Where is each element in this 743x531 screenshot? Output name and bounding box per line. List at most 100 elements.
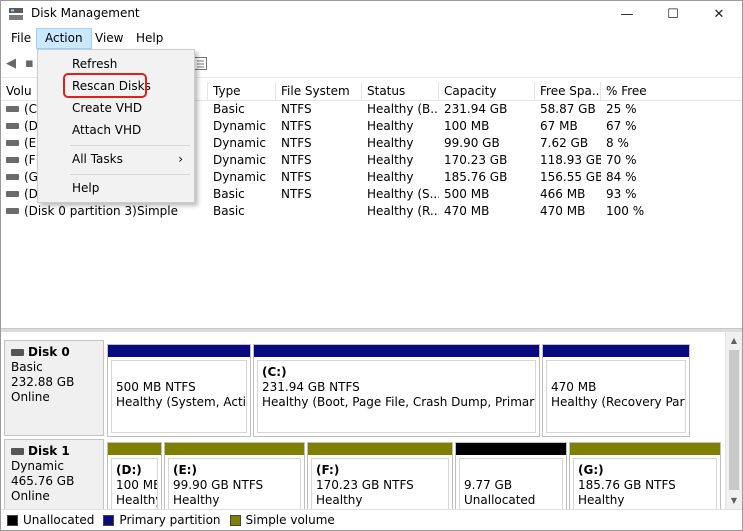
simple-volume-bar (308, 443, 452, 455)
row-type: Dynamic (213, 119, 266, 133)
row-free-space: 466 MB (540, 187, 586, 201)
column-type[interactable]: Type (208, 82, 276, 101)
disk-0-type: Basic (11, 360, 43, 374)
unallocated-bar (456, 443, 566, 455)
table-row[interactable]: (Disk 0 partition 3) Simple Basic Health… (1, 203, 742, 220)
row-percent-free: 93 % (606, 187, 637, 201)
partition-d[interactable]: (D:) 100 MB Healthy (107, 442, 162, 509)
menu-separator (70, 174, 190, 175)
disk-management-app-icon (9, 8, 23, 20)
row-percent-free: 100 % (606, 204, 645, 218)
row-status: Healthy (367, 136, 414, 150)
drive-icon (6, 208, 19, 214)
disk-1-type: Dynamic (11, 459, 64, 473)
legend-swatch (229, 514, 241, 526)
disk-0-state: Online (11, 390, 50, 404)
partition-f[interactable]: (F:) 170.23 GB NTFS Healthy (307, 442, 453, 509)
partition-unallocated[interactable]: 9.77 GB Unallocated (455, 442, 567, 509)
menu-separator (70, 145, 190, 146)
menu-action[interactable]: Action (36, 28, 92, 49)
scroll-thumb[interactable] (729, 350, 739, 490)
legend-unallocated: Unallocated (7, 513, 94, 527)
row-type: Dynamic (213, 153, 266, 167)
row-free-space: 7.62 GB (540, 136, 589, 150)
row-capacity: 99.90 GB (444, 136, 500, 150)
vertical-scrollbar[interactable]: ▲ ▼ (725, 332, 742, 509)
row-percent-free: 84 % (606, 170, 637, 184)
minimize-button[interactable]: — (604, 1, 650, 27)
row-percent-free: 70 % (606, 153, 637, 167)
disk-1-state: Online (11, 489, 50, 503)
menu-item-help[interactable]: Help (39, 178, 193, 199)
simple-volume-bar (108, 443, 161, 455)
menu-item-all-tasks[interactable]: All Tasks › (39, 149, 193, 170)
partition-details: (E:) 99.90 GB NTFS Healthy (168, 458, 301, 509)
menu-view[interactable]: View (87, 28, 131, 49)
partition-e[interactable]: (E:) 99.90 GB NTFS Healthy (164, 442, 305, 509)
row-volume: (Disk 0 partition 3) (24, 204, 137, 218)
column-status[interactable]: Status (362, 82, 439, 101)
row-file-system: NTFS (281, 187, 312, 201)
row-percent-free: 8 % (606, 136, 629, 150)
disk-icon (11, 448, 24, 455)
simple-volume-bar (570, 443, 720, 455)
column-percent-free[interactable]: % Free (601, 82, 742, 101)
close-button[interactable]: ✕ (696, 1, 742, 27)
column-file-system[interactable]: File System (276, 82, 362, 101)
row-file-system: NTFS (281, 136, 312, 150)
menu-item-attach-vhd[interactable]: Attach VHD (39, 120, 193, 141)
row-type: Basic (213, 102, 245, 116)
row-capacity: 100 MB (444, 119, 490, 133)
scroll-down-arrow-icon[interactable]: ▼ (726, 492, 742, 508)
row-capacity: 170.23 GB (444, 153, 508, 167)
disk-1-info[interactable]: Disk 1 Dynamic 465.76 GB Online (4, 439, 104, 509)
column-capacity[interactable]: Capacity (439, 82, 535, 101)
row-free-space: 118.93 GB (540, 153, 601, 167)
row-status: Healthy (367, 119, 414, 133)
rescan-disks-highlight (63, 73, 147, 98)
row-capacity: 231.94 GB (444, 102, 508, 116)
partition-recovery[interactable]: 470 MB Healthy (Recovery Partiti (542, 344, 690, 437)
disk-0-size: 232.88 GB (11, 375, 75, 389)
row-free-space: 58.87 GB (540, 102, 596, 116)
disk-1-title: Disk 1 (11, 444, 97, 459)
legend-swatch (7, 514, 18, 526)
scroll-up-arrow-icon[interactable]: ▲ (726, 332, 742, 348)
row-free-space: 67 MB (540, 119, 578, 133)
row-capacity: 500 MB (444, 187, 490, 201)
back-arrow-icon[interactable]: ◀ (6, 56, 16, 71)
disk-1-size: 465.76 GB (11, 474, 75, 488)
row-percent-free: 25 % (606, 102, 637, 116)
legend-primary-partition: Primary partition (103, 513, 221, 527)
forward-arrow-icon[interactable]: ▪ (25, 56, 34, 71)
legend-simple-volume: Simple volume (229, 513, 335, 527)
drive-icon (6, 191, 19, 197)
partition-details: (F:) 170.23 GB NTFS Healthy (311, 458, 449, 509)
disk-graphical-view: Disk 0 Basic 232.88 GB Online 500 MB NTF… (1, 332, 725, 509)
row-status: Healthy (S... (367, 187, 439, 201)
properties-icon[interactable] (194, 57, 207, 70)
partition-g[interactable]: (G:) 185.76 GB NTFS Healthy (569, 442, 721, 509)
row-free-space: 470 MB (540, 204, 586, 218)
disk-icon (11, 349, 24, 356)
menu-item-create-vhd[interactable]: Create VHD (39, 98, 193, 119)
row-type: Dynamic (213, 136, 266, 150)
menu-help[interactable]: Help (128, 28, 171, 49)
drive-icon (6, 106, 19, 112)
disk-0-info[interactable]: Disk 0 Basic 232.88 GB Online (4, 340, 104, 436)
row-file-system: NTFS (281, 119, 312, 133)
row-status: Healthy (B... (367, 102, 439, 116)
partition-system-reserved[interactable]: 500 MB NTFS Healthy (System, Active, (107, 344, 251, 437)
maximize-button[interactable]: ☐ (650, 1, 696, 27)
menu-file[interactable]: File (3, 28, 39, 49)
window-title: Disk Management (31, 6, 140, 20)
partition-c[interactable]: (C:) 231.94 GB NTFS Healthy (Boot, Page … (253, 344, 540, 437)
menu-item-refresh[interactable]: Refresh (39, 54, 193, 75)
row-file-system: NTFS (281, 102, 312, 116)
column-free-space[interactable]: Free Spa... (535, 82, 601, 101)
row-status: Healthy (367, 153, 414, 167)
row-percent-free: 67 % (606, 119, 637, 133)
row-capacity: 470 MB (444, 204, 490, 218)
row-file-system (276, 203, 362, 220)
row-capacity: 185.76 GB (444, 170, 508, 184)
